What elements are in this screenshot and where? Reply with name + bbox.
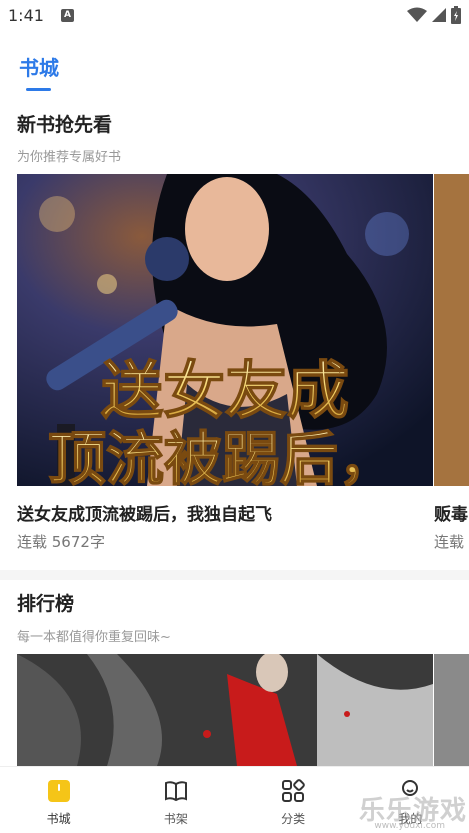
nav-category[interactable]: 分类 [235, 767, 352, 833]
ranking-subtitle: 每一本都值得你重复回味~ [17, 630, 171, 645]
nav-bookshelf[interactable]: 书架 [117, 767, 234, 833]
battery-icon [451, 6, 461, 24]
book-title[interactable]: 送女友成顶流被踢后，我独自起飞 [17, 500, 272, 525]
new-books-title: 新书抢先看 [17, 114, 113, 136]
section-divider [0, 570, 469, 580]
book-title[interactable]: 贩毒 [434, 500, 468, 525]
cover-title-line2: 顶流被踢后， [48, 425, 396, 486]
status-bar: 1:41 A [0, 0, 469, 32]
ranking-carousel[interactable] [17, 654, 469, 766]
book-card[interactable]: 送女友成 顶流被踢后， 送女友成顶流被踢后，我独自起飞 连载 5672字 [17, 174, 433, 551]
cover-art: 送女友成 顶流被踢后， [17, 174, 433, 486]
tab-bookstore[interactable]: 书城 [19, 52, 59, 81]
notification-icon: A [61, 9, 74, 22]
signal-icon [432, 8, 446, 22]
cover-art [434, 174, 469, 486]
ranking-cover-next[interactable] [434, 654, 469, 766]
bookstore-icon [46, 778, 72, 804]
book-meta: 连载 5672字 [17, 533, 105, 551]
new-books-carousel[interactable]: 送女友成 顶流被踢后， 送女友成顶流被踢后，我独自起飞 连载 5672字 贩毒 … [17, 174, 469, 554]
book-meta: 连载 [434, 533, 465, 551]
ranking-title: 排行榜 [17, 593, 75, 615]
book-card[interactable]: 贩毒 连载 [434, 174, 469, 551]
tab-underline [26, 88, 51, 91]
book-cover[interactable]: 送女友成 顶流被踢后， [17, 174, 433, 486]
nav-bookstore[interactable]: 书城 [0, 767, 117, 833]
bookshelf-icon [163, 778, 189, 804]
book-cover[interactable] [434, 174, 469, 486]
category-icon [280, 778, 306, 804]
cover-art [17, 654, 433, 766]
wifi-icon [407, 7, 427, 22]
nav-label: 书架 [163, 812, 188, 826]
status-icons [407, 6, 461, 24]
status-time: 1:41 [8, 6, 44, 25]
ranking-cover[interactable] [17, 654, 433, 766]
nav-label: 分类 [281, 812, 306, 826]
nav-label: 书城 [46, 812, 71, 826]
cover-title-line1: 送女友成 [101, 354, 349, 427]
watermark-sub: www.youxi.com [374, 821, 445, 831]
new-books-subtitle: 为你推荐专属好书 [17, 150, 122, 165]
